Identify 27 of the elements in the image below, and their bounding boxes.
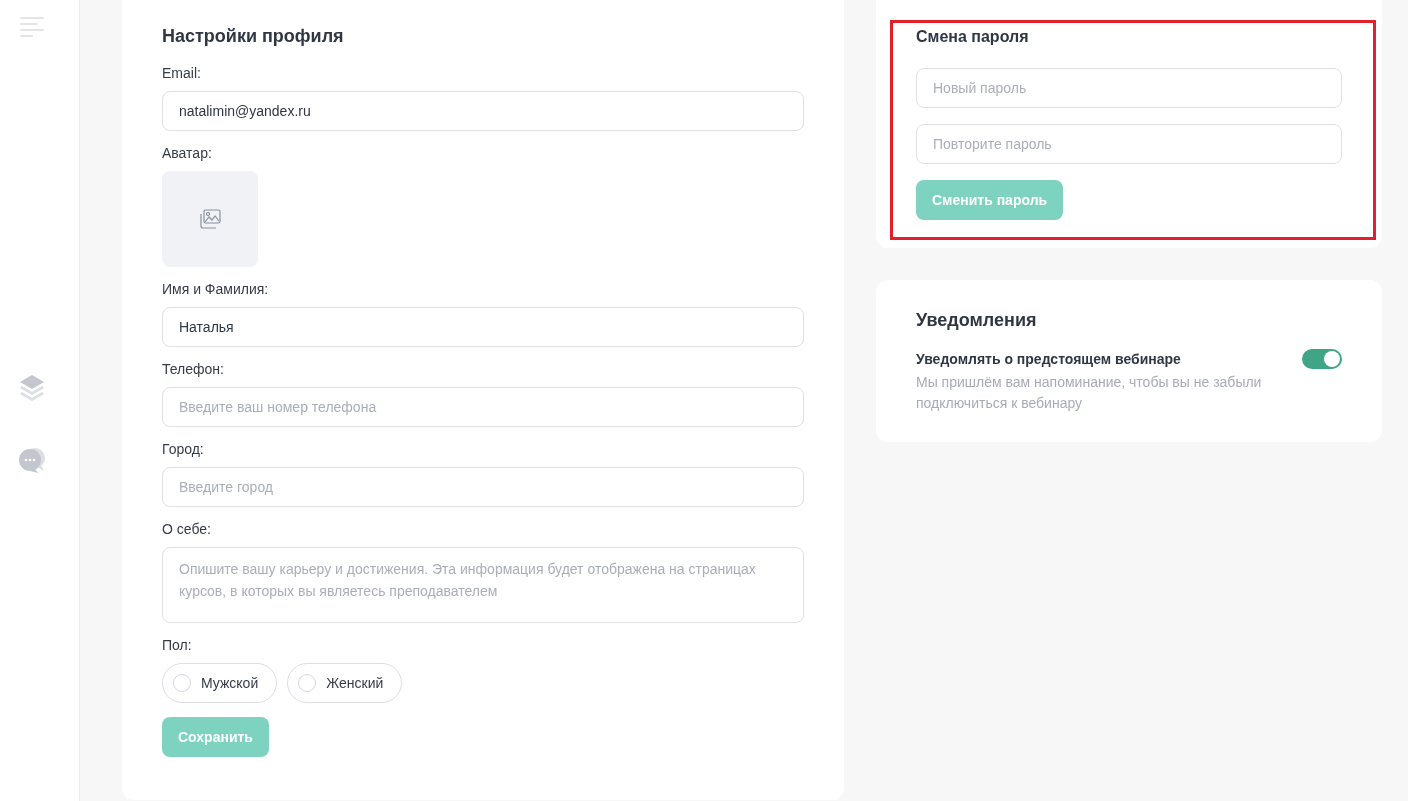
- password-field[interactable]: Повторите пароль: [916, 124, 1342, 164]
- field-label: О себе:: [162, 521, 212, 537]
- password-field[interactable]: Новый пароль: [916, 68, 1342, 108]
- toggle-switch[interactable]: [1302, 349, 1342, 369]
- layers-icon[interactable]: [19, 374, 45, 402]
- field-label: Пол:: [162, 637, 193, 653]
- field-label: Телефон:: [162, 361, 225, 377]
- radio-option[interactable]: Женский: [287, 663, 403, 703]
- input-field[interactable]: Введите город: [162, 467, 804, 507]
- field-label: Город:: [162, 441, 205, 457]
- field-label: Email:: [162, 65, 202, 81]
- card-title: Настройки профиля: [162, 26, 345, 47]
- field-label: Имя и Фамилия:: [162, 281, 270, 297]
- setting-title: Уведомлять о предстоящем вебинаре: [916, 351, 1182, 367]
- input-field[interactable]: Введите ваш номер телефона: [162, 387, 804, 427]
- card-title: Смена пароля: [916, 28, 1030, 46]
- field-label: Аватар:: [162, 145, 213, 161]
- avatar-upload[interactable]: [162, 171, 258, 267]
- textarea-field[interactable]: Опишите вашу карьеру и достижения. Эта информация будет отображена на страницах курсов, в которых вы являетесь преподавателем: [162, 547, 804, 623]
- menu-icon[interactable]: [20, 17, 44, 37]
- radio-option[interactable]: Мужской: [162, 663, 278, 703]
- chat-icon[interactable]: [18, 446, 46, 474]
- input-field[interactable]: Наталья: [162, 307, 804, 347]
- image-icon: [199, 209, 221, 229]
- setting-description: Мы пришлём вам напоминание, чтобы вы не забыли подключиться к вебинару: [916, 373, 1263, 413]
- card-title: Уведомления: [916, 310, 1038, 331]
- input-field[interactable]: natalimin@yandex.ru: [162, 91, 804, 131]
